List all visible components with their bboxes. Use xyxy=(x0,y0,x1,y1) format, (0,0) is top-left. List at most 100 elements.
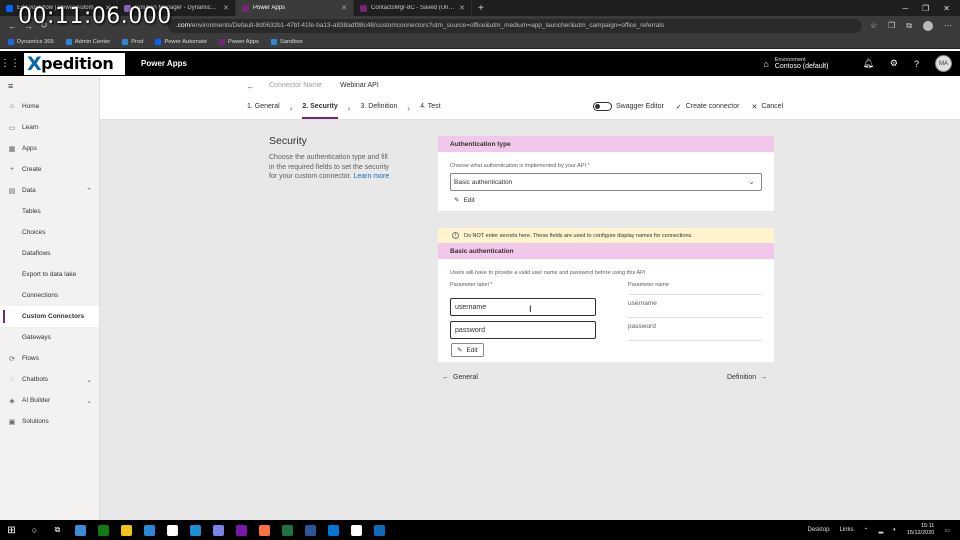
sidebar-item-dataflows[interactable]: Dataflows xyxy=(0,243,99,264)
sidebar-item-connections[interactable]: Connections xyxy=(0,285,99,306)
logo-letter: X xyxy=(27,52,42,75)
back-arrow-icon[interactable]: ← xyxy=(246,81,255,91)
environment-picker[interactable]: ⌂ Environment Contoso (default) xyxy=(763,57,828,70)
sidebar-item-home[interactable]: ⌂ Home xyxy=(0,96,99,117)
taskbar-app-icon[interactable] xyxy=(161,520,184,540)
sidebar-item-tables[interactable]: Tables xyxy=(0,201,99,222)
bookmark-label: Admin Center xyxy=(74,38,111,45)
system-clock[interactable]: 15:11 15/12/2020 xyxy=(907,523,935,537)
chevron-icon[interactable]: ⌄ xyxy=(86,376,92,384)
tab-close-icon[interactable]: ✕ xyxy=(341,4,347,12)
windows-start-icon[interactable]: ⊞ xyxy=(0,520,23,540)
auth-type-edit-button[interactable]: ✎ Edit xyxy=(454,196,475,205)
sidebar-item-flows[interactable]: ⟳ Flows xyxy=(0,348,99,369)
taskbar-app-icon[interactable] xyxy=(184,520,207,540)
bookmark-item[interactable]: Prod xyxy=(122,38,144,45)
links-toolbar-label[interactable]: Links xyxy=(840,527,854,533)
authentication-type-dropdown[interactable]: Basic authentication ⌄ xyxy=(450,173,762,191)
bookmark-label: Prod xyxy=(131,38,144,45)
wizard-step[interactable]: 4. Test xyxy=(420,103,441,114)
browser-tab[interactable]: Power Apps ✕ xyxy=(236,0,354,16)
taskbar-app-icon[interactable] xyxy=(115,520,138,540)
user-avatar[interactable]: MA xyxy=(935,55,952,72)
favorite-star-icon[interactable]: ☆ xyxy=(870,21,877,30)
settings-gear-icon[interactable]: ⚙ xyxy=(890,58,898,69)
bookmark-item[interactable]: Sandbox xyxy=(270,38,303,45)
sidebar-item-ai-builder[interactable]: ◈ AI Builder ⌄ xyxy=(0,390,99,411)
chevron-icon[interactable]: ⌃ xyxy=(86,187,92,195)
sidebar-item-data[interactable]: ▤ Data ⌃ xyxy=(0,180,99,201)
extensions-icon[interactable]: ⧉ xyxy=(906,21,912,31)
environment-icon: ⌂ xyxy=(763,58,769,69)
close-window-icon[interactable]: ✕ xyxy=(943,4,950,13)
search-icon[interactable]: ○ xyxy=(23,520,46,540)
chatbot-icon: ◌ xyxy=(9,376,15,383)
browser-profile-avatar[interactable] xyxy=(923,20,933,31)
sidebar-item-export-to-data-lake[interactable]: Export to data lake xyxy=(0,264,99,285)
wizard-step[interactable]: 1. General xyxy=(247,103,280,114)
help-icon[interactable]: ? xyxy=(914,59,919,69)
authentication-type-card: Authentication type Choose what authenti… xyxy=(438,136,774,211)
next-step-button[interactable]: Definition → xyxy=(727,374,767,381)
tab-close-icon[interactable]: ✕ xyxy=(459,4,465,12)
taskbar-app-icon[interactable] xyxy=(138,520,161,540)
username-label-input[interactable]: username xyxy=(450,298,596,316)
wizard-step[interactable]: 2. Security xyxy=(302,103,339,119)
taskbar-app-icon[interactable] xyxy=(345,520,368,540)
solutions-icon: ▣ xyxy=(8,418,16,426)
sidebar-item-custom-connectors[interactable]: Custom Connectors xyxy=(0,306,99,327)
taskbar-app-icon[interactable] xyxy=(276,520,299,540)
notifications-bell-icon[interactable]: 🔔︎ xyxy=(862,58,873,69)
connector-name-field[interactable]: Webinar API xyxy=(340,82,379,89)
create-connector-button[interactable]: ✓ Create connector xyxy=(676,103,740,111)
browser-menu-icon[interactable]: ⋯ xyxy=(944,21,952,30)
collections-icon[interactable]: ❒ xyxy=(888,21,895,30)
minimize-icon[interactable]: ─ xyxy=(902,4,908,13)
taskbar-app-icon[interactable] xyxy=(230,520,253,540)
taskbar-app-icon[interactable] xyxy=(207,520,230,540)
sidebar-item-solutions[interactable]: ▣ Solutions xyxy=(0,411,99,432)
data-icon: ▤ xyxy=(8,187,16,195)
basic-auth-edit-button[interactable]: ✎ Edit xyxy=(451,343,484,357)
restore-icon[interactable]: ❐ xyxy=(922,4,929,13)
sidebar-item-learn[interactable]: ▭ Learn xyxy=(0,117,99,138)
bookmark-item[interactable]: Power Automate xyxy=(155,38,207,45)
tab-close-icon[interactable]: ✕ xyxy=(223,4,229,12)
desktop-toolbar-label[interactable]: Desktop xyxy=(808,527,830,533)
network-icon[interactable]: ▂ xyxy=(879,527,884,534)
sidebar-item-create[interactable]: + Create xyxy=(0,159,99,180)
taskbar-app-icon[interactable] xyxy=(92,520,115,540)
chevron-icon[interactable]: ⌄ xyxy=(86,397,92,405)
bookmark-label: Dynamics 365 xyxy=(17,38,54,45)
sidebar-item-gateways[interactable]: Gateways xyxy=(0,327,99,348)
browser-tab[interactable]: ContactsMgr-8C - Saved (Unpublished)✕ xyxy=(354,0,472,16)
bookmark-item[interactable]: Power Apps xyxy=(218,38,259,45)
bookmark-item[interactable]: Admin Center xyxy=(65,38,111,45)
bookmark-item[interactable]: Dynamics 365 xyxy=(8,38,54,45)
learn-more-link[interactable]: Learn more xyxy=(353,173,389,180)
taskbar-app-icon[interactable] xyxy=(299,520,322,540)
previous-step-button[interactable]: ← General xyxy=(442,374,478,381)
swagger-editor-toggle[interactable]: Swagger Editor xyxy=(593,102,664,111)
sidebar-item-apps[interactable]: ▦ Apps xyxy=(0,138,99,159)
tray-overflow-icon[interactable]: ⌃ xyxy=(864,527,869,534)
sidebar-item-choices[interactable]: Choices xyxy=(0,222,99,243)
wizard-step[interactable]: 3. Definition xyxy=(360,103,397,114)
taskbar-app-icon[interactable] xyxy=(253,520,276,540)
sidebar-item-chatbots[interactable]: ◌ Chatbots ⌄ xyxy=(0,369,99,390)
new-tab-button[interactable]: + xyxy=(472,0,490,16)
notification-center-icon[interactable]: ▭ xyxy=(944,527,950,534)
app-name[interactable]: Power Apps xyxy=(141,59,187,68)
app-launcher-icon[interactable]: ⋮⋮⋮ xyxy=(0,58,30,69)
taskbar-app-icon[interactable] xyxy=(368,520,391,540)
taskbar-app-icon[interactable] xyxy=(69,520,92,540)
bookmark-label: Power Automate xyxy=(164,38,207,45)
app-header: ⋮⋮⋮ Xpedition Power Apps ⌂ Environment C… xyxy=(0,51,960,76)
url-input[interactable]: .com /environments/Default-8d0632b1-47bf… xyxy=(168,18,862,33)
cancel-button[interactable]: ✕ Cancel xyxy=(751,103,783,111)
hamburger-menu-icon[interactable]: ≡ xyxy=(0,76,99,96)
password-label-input[interactable]: password xyxy=(450,321,596,339)
taskbar-app-icon[interactable] xyxy=(322,520,345,540)
volume-icon[interactable]: 🔈︎ xyxy=(893,527,897,534)
task-view-icon[interactable]: ⧉ xyxy=(46,520,69,540)
